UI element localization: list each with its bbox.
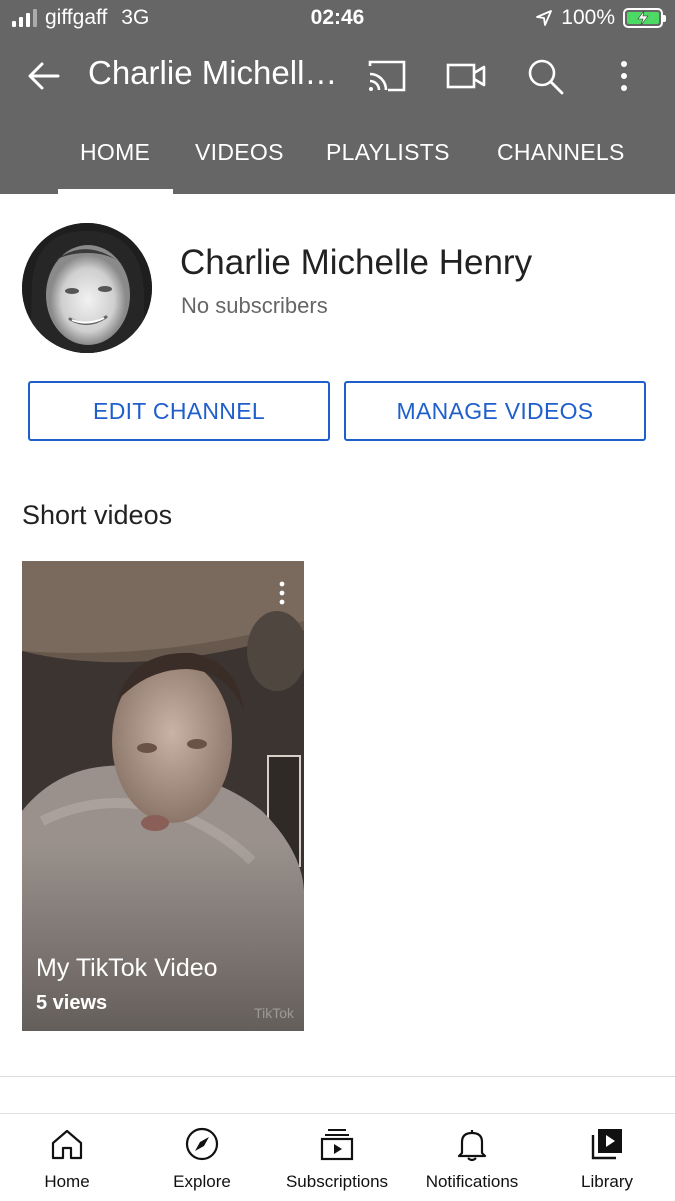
top-header: giffgaff 3G 02:46 100% Charlie Michell…: [0, 0, 675, 194]
video-more-icon[interactable]: [272, 579, 292, 607]
location-arrow-icon: [536, 10, 553, 26]
back-arrow-icon[interactable]: [22, 54, 66, 98]
cast-icon[interactable]: [364, 54, 408, 98]
bottom-navigation: Home Explore Subscriptions Notifications…: [0, 1113, 675, 1201]
tab-videos[interactable]: VIDEOS: [195, 139, 284, 166]
subscriptions-icon: [320, 1129, 354, 1161]
battery-icon: [623, 8, 666, 28]
tab-home[interactable]: HOME: [80, 139, 150, 166]
nav-library[interactable]: Library: [542, 1114, 672, 1201]
home-icon: [51, 1129, 83, 1160]
divider: [0, 1076, 675, 1077]
app-bar: Charlie Michell…: [0, 40, 675, 112]
tab-playlists[interactable]: PLAYLISTS: [326, 139, 450, 166]
video-title[interactable]: My TikTok Video: [36, 954, 218, 983]
nav-explore[interactable]: Explore: [137, 1114, 267, 1201]
video-camera-icon[interactable]: [444, 54, 488, 98]
status-bar: giffgaff 3G 02:46 100%: [0, 0, 675, 38]
nav-notifications[interactable]: Notifications: [407, 1114, 537, 1201]
edit-channel-button[interactable]: EDIT CHANNEL: [28, 381, 330, 441]
channel-name: Charlie Michelle Henry: [180, 243, 533, 282]
nav-home-label: Home: [44, 1172, 90, 1191]
nav-home[interactable]: Home: [2, 1114, 132, 1201]
nav-explore-label: Explore: [173, 1172, 231, 1191]
manage-videos-button[interactable]: MANAGE VIDEOS: [344, 381, 646, 441]
video-views: 5 views: [36, 992, 108, 1014]
short-video-card[interactable]: My TikTok Video 5 views TikTok: [22, 561, 304, 1031]
nav-notifications-label: Notifications: [425, 1172, 519, 1191]
search-icon[interactable]: [523, 54, 567, 98]
bell-icon: [457, 1130, 487, 1162]
subscriber-count: No subscribers: [181, 293, 328, 318]
tiktok-watermark: TikTok: [254, 1005, 294, 1021]
battery-percent: 100%: [561, 6, 615, 29]
nav-subscriptions[interactable]: Subscriptions: [272, 1114, 402, 1201]
nav-library-label: Library: [581, 1172, 633, 1191]
channel-title: Charlie Michell…: [88, 54, 338, 91]
compass-icon: [185, 1127, 219, 1161]
channel-tabs: HOME VIDEOS PLAYLISTS CHANNELS: [0, 125, 675, 194]
tab-channels[interactable]: CHANNELS: [497, 139, 625, 166]
library-icon: [591, 1129, 622, 1160]
nav-subscriptions-label: Subscriptions: [285, 1172, 389, 1191]
more-vertical-icon[interactable]: [602, 54, 646, 98]
section-title-short-videos: Short videos: [22, 500, 173, 530]
active-tab-indicator: [58, 189, 173, 194]
status-right: 100%: [535, 6, 666, 30]
avatar[interactable]: [22, 223, 152, 353]
